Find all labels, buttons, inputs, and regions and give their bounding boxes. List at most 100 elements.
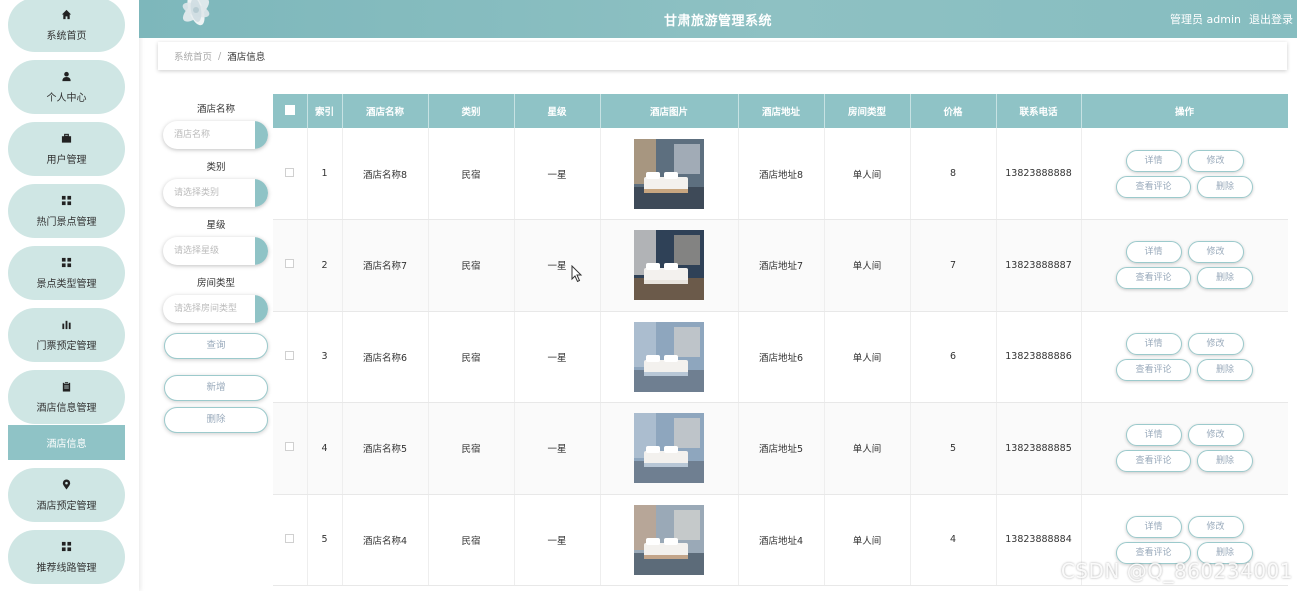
- row-select-cell[interactable]: [273, 494, 308, 586]
- row-select-cell[interactable]: [273, 128, 308, 220]
- room-type-cell: 单人间: [824, 311, 911, 403]
- detail-button[interactable]: 详情: [1125, 241, 1182, 264]
- row-delete-button[interactable]: 删除: [1197, 450, 1253, 473]
- type-cell: 民宿: [428, 311, 515, 403]
- star-placeholder: 请选择星级: [174, 246, 220, 256]
- view-reviews-button[interactable]: 查看评论: [1116, 175, 1191, 198]
- detail-button[interactable]: 详情: [1125, 149, 1182, 172]
- sidebar-item-label: 门票预定管理: [36, 340, 97, 352]
- table-row[interactable]: 2 酒店名称7 民宿 一星 酒店地址7 单人间 7 13823888887 详情 修改 查看评论 删除: [273, 219, 1288, 312]
- price-cell: 8: [910, 128, 997, 220]
- phone-cell: 13823888885: [996, 402, 1082, 495]
- table-row[interactable]: 4 酒店名称5 民宿 一星 酒店地址5 单人间 5 13823888885 详情 修改 查看评论 删除: [273, 402, 1288, 495]
- grid-icon: [61, 541, 72, 554]
- system-title: 甘肃旅游管理系统: [663, 14, 772, 29]
- hotel-room-image[interactable]: [634, 230, 704, 301]
- edit-button[interactable]: 修改: [1187, 332, 1244, 355]
- select-all-header[interactable]: [273, 94, 308, 128]
- hotel-room-image[interactable]: [634, 504, 704, 575]
- row-select-cell[interactable]: [273, 311, 308, 403]
- hotel-room-image[interactable]: [634, 413, 704, 484]
- sidebar-item-home[interactable]: 系统首页: [8, 0, 125, 52]
- type-cell: 民宿: [428, 128, 515, 220]
- sidebar-item-users[interactable]: 用户管理: [8, 122, 125, 176]
- type-select[interactable]: 请选择类别: [163, 179, 268, 207]
- address-cell: 酒店地址7: [738, 219, 825, 312]
- row-delete-button[interactable]: 删除: [1197, 175, 1253, 198]
- user-icon: [61, 71, 72, 84]
- hotel-name-placeholder: 酒店名称: [174, 130, 211, 140]
- view-reviews-button[interactable]: 查看评论: [1116, 450, 1191, 473]
- price-cell: 5: [910, 402, 997, 495]
- hotel-name-label: 酒店名称: [196, 104, 235, 115]
- top-header: 甘肃旅游管理系统 管理员 admin 退出登录: [139, 0, 1297, 38]
- column-header: 星级: [514, 94, 601, 128]
- star-select[interactable]: 请选择星级: [163, 237, 268, 265]
- sidebar-item-label: 推荐线路管理: [36, 562, 97, 574]
- sidebar-item-label: 系统首页: [46, 30, 87, 42]
- edit-button[interactable]: 修改: [1187, 241, 1244, 264]
- sidebar-item-label: 酒店信息管理: [36, 402, 97, 414]
- image-cell: [600, 494, 739, 586]
- row-checkbox[interactable]: [285, 533, 295, 543]
- view-reviews-button[interactable]: 查看评论: [1116, 358, 1191, 381]
- hotel-room-image[interactable]: [634, 138, 704, 209]
- edit-button[interactable]: 修改: [1187, 515, 1244, 538]
- input-accent: [255, 237, 268, 265]
- star-cell: 一星: [514, 402, 601, 495]
- room-type-select[interactable]: 请选择房间类型: [163, 295, 268, 323]
- price-cell: 6: [910, 311, 997, 403]
- row-delete-button[interactable]: 删除: [1197, 267, 1253, 290]
- breadcrumb-home[interactable]: 系统首页: [174, 49, 212, 63]
- edit-button[interactable]: 修改: [1187, 149, 1244, 172]
- detail-button[interactable]: 详情: [1125, 515, 1182, 538]
- hotel-name-input[interactable]: 酒店名称: [163, 121, 268, 149]
- sidebar-item-hot-spots[interactable]: 热门景点管理: [8, 184, 125, 238]
- row-actions: 详情 修改查看评论 删除: [1115, 237, 1255, 293]
- row-checkbox[interactable]: [285, 350, 295, 360]
- row-select-cell[interactable]: [273, 219, 308, 312]
- row-select-cell[interactable]: [273, 402, 308, 495]
- column-header: 类别: [428, 94, 515, 128]
- row-delete-button[interactable]: 删除: [1197, 358, 1253, 381]
- star-cell: 一星: [514, 494, 601, 586]
- sidebar: 系统首页 个人中心 用户管理 热门景点管理 景点类型管理 门票预定管理 酒店信息…: [0, 0, 139, 591]
- row-actions: 详情 修改查看评论 删除: [1115, 146, 1255, 202]
- row-actions: 详情 修改查看评论 删除: [1115, 420, 1255, 476]
- index-cell: 3: [307, 311, 343, 403]
- hotel-room-image[interactable]: [634, 321, 704, 392]
- room-type-cell: 单人间: [824, 402, 911, 495]
- delete-button[interactable]: 删除: [164, 407, 268, 433]
- sidebar-subitem-hotel-info[interactable]: 酒店信息: [8, 425, 125, 460]
- search-button[interactable]: 查询: [164, 333, 268, 359]
- sidebar-item-profile[interactable]: 个人中心: [8, 60, 125, 114]
- breadcrumb: 系统首页 / 酒店信息: [158, 42, 1287, 70]
- detail-button[interactable]: 详情: [1125, 424, 1182, 447]
- sidebar-item-ticket-booking[interactable]: 门票预定管理: [8, 308, 125, 362]
- column-header: 房间类型: [824, 94, 911, 128]
- add-button[interactable]: 新增: [164, 375, 268, 401]
- view-reviews-button[interactable]: 查看评论: [1116, 267, 1191, 290]
- sidebar-item-spot-types[interactable]: 景点类型管理: [8, 246, 125, 300]
- room-type-cell: 单人间: [824, 494, 911, 586]
- sidebar-item-routes[interactable]: 推荐线路管理: [8, 530, 125, 584]
- edit-button[interactable]: 修改: [1187, 424, 1244, 447]
- input-accent: [255, 121, 268, 149]
- sidebar-item-hotel-booking[interactable]: 酒店预定管理: [8, 468, 125, 522]
- select-all-checkbox[interactable]: [284, 104, 295, 115]
- row-checkbox[interactable]: [285, 442, 295, 452]
- sidebar-item-hotel-info[interactable]: 酒店信息管理: [8, 370, 125, 424]
- star-cell: 一星: [514, 311, 601, 403]
- hotel-name-cell: 酒店名称8: [342, 128, 429, 220]
- input-accent: [255, 295, 268, 323]
- detail-button[interactable]: 详情: [1125, 332, 1182, 355]
- row-checkbox[interactable]: [285, 259, 295, 269]
- image-cell: [600, 402, 739, 495]
- column-header: 联系电话: [996, 94, 1082, 128]
- column-header: 酒店名称: [342, 94, 429, 128]
- table-row[interactable]: 1 酒店名称8 民宿 一星 酒店地址8 单人间 8 13823888888 详情 修改 查看评论 删除: [273, 128, 1288, 220]
- table-row[interactable]: 3 酒店名称6 民宿 一星 酒店地址6 单人间 6 13823888886 详情 修改 查看评论 删除: [273, 311, 1288, 403]
- row-checkbox[interactable]: [285, 167, 295, 177]
- breadcrumb-separator: /: [218, 50, 222, 62]
- logout-link[interactable]: 退出登录: [1249, 11, 1293, 27]
